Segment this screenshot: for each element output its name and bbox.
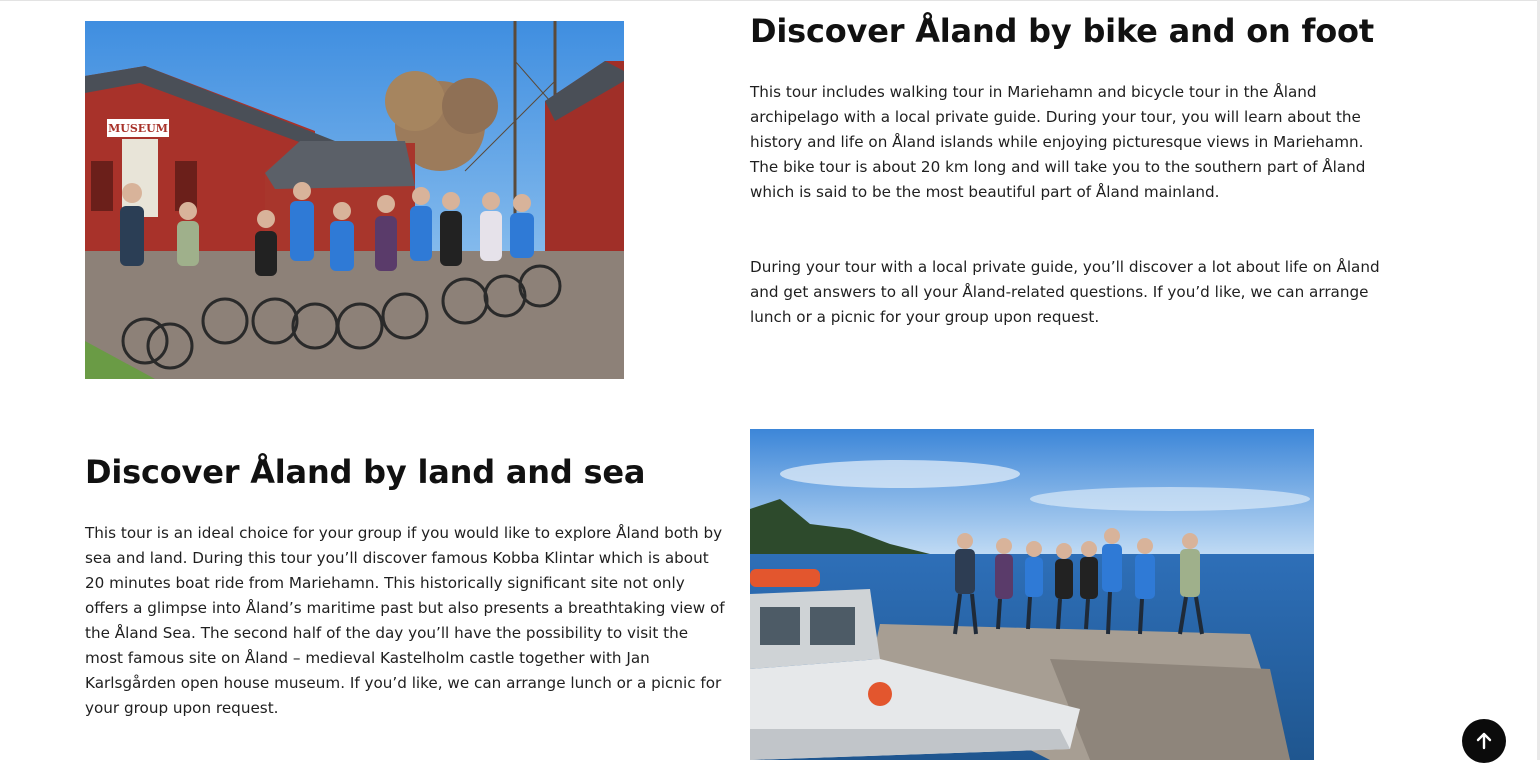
arrow-up-icon bbox=[1476, 732, 1492, 750]
sea-tour-paragraph-1: This tour is an ideal choice for your gr… bbox=[85, 524, 725, 717]
bike-tour-paragraph-2: During your tour with a local private gu… bbox=[750, 258, 1380, 326]
section-title-bike: Discover Åland by bike and on foot bbox=[750, 12, 1374, 50]
section-title-sea: Discover Åland by land and sea bbox=[85, 453, 646, 491]
back-to-top-button[interactable] bbox=[1462, 719, 1506, 763]
bike-tour-paragraph-1: This tour includes walking tour in Marie… bbox=[750, 83, 1366, 201]
museum-sign: MUSEUM bbox=[108, 122, 168, 135]
sea-tour-photo bbox=[750, 429, 1314, 760]
top-divider bbox=[0, 0, 1540, 1]
bike-tour-photo: MUSEUM bbox=[85, 21, 624, 379]
